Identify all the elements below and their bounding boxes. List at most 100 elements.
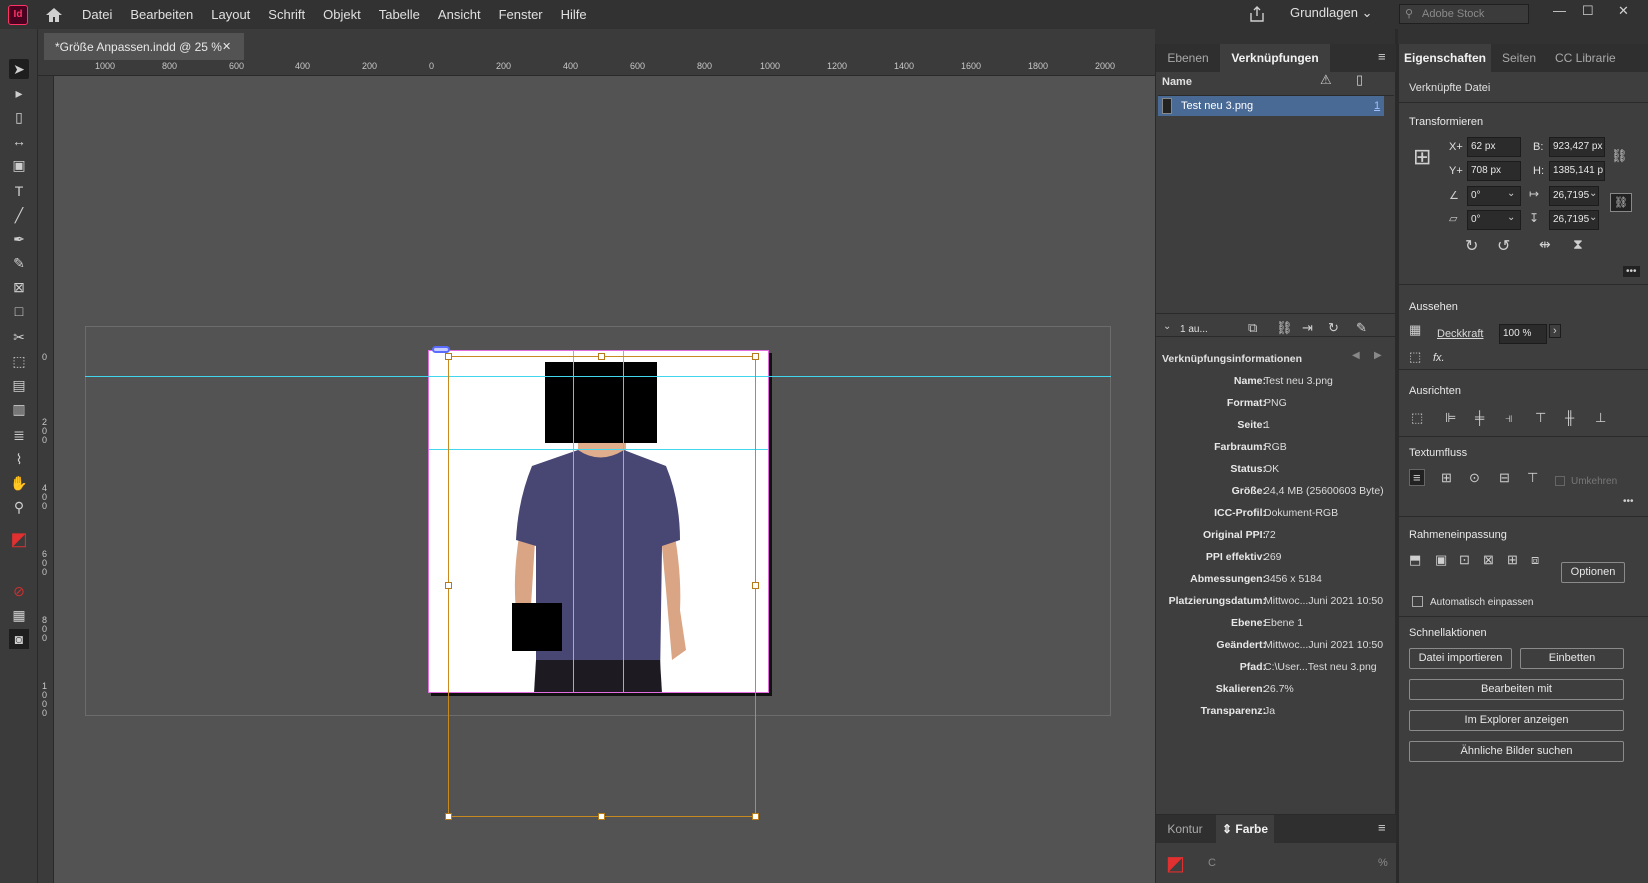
tab-ebenen[interactable]: Ebenen	[1156, 44, 1220, 72]
flip-horizontal-icon[interactable]: ⇹	[1539, 236, 1551, 253]
more-options-icon[interactable]: •••	[1623, 496, 1634, 507]
resize-handle[interactable]	[445, 582, 452, 589]
opacity-label[interactable]: Deckkraft	[1437, 328, 1483, 340]
fx-button[interactable]: fx.	[1433, 352, 1445, 364]
rotate-cw-icon[interactable]: ↻	[1465, 236, 1478, 256]
eyedropper-tool-icon[interactable]: ⌇	[9, 449, 29, 469]
note-tool-icon[interactable]: ≣	[9, 425, 29, 445]
goto-link-icon[interactable]: ⇥	[1302, 320, 1313, 336]
link-page[interactable]: 1	[1374, 100, 1380, 112]
relink-cc-icon[interactable]: ⧉	[1248, 320, 1257, 336]
menu-objekt[interactable]: Objekt	[323, 7, 361, 22]
tab-farbe[interactable]: ⇕ Farbe	[1216, 815, 1274, 843]
fit-frame-icon[interactable]: ⊡	[1459, 552, 1470, 568]
resize-handle[interactable]	[752, 353, 759, 360]
update-link-icon[interactable]: ↻	[1328, 320, 1339, 336]
panel-menu-icon[interactable]: ≡	[1378, 49, 1386, 64]
page-tool-icon[interactable]: ▯	[9, 107, 29, 127]
line-tool-icon[interactable]: ╱	[9, 205, 29, 225]
screen-mode-icon[interactable]: ▦	[9, 605, 29, 625]
wrap-shape-icon[interactable]: ⊙	[1469, 470, 1480, 486]
chevron-down-icon[interactable]: ⌄	[1589, 188, 1597, 199]
rectangle-frame-tool-icon[interactable]: ⊠	[9, 277, 29, 297]
warning-icon[interactable]: ⚠	[1320, 72, 1332, 88]
align-center-h-icon[interactable]: ╪	[1475, 410, 1484, 425]
home-icon[interactable]	[44, 6, 64, 24]
link-badge-icon[interactable]	[432, 346, 450, 353]
fill-frame-icon[interactable]: ⬒	[1409, 552, 1421, 568]
resize-handle[interactable]	[598, 353, 605, 360]
y-position-input[interactable]: 708 px	[1467, 161, 1521, 181]
selection-frame[interactable]	[448, 356, 756, 817]
close-tab-icon[interactable]: ✕	[222, 40, 231, 53]
hand-tool-icon[interactable]: ✋	[9, 473, 29, 493]
align-bottom-icon[interactable]: ⊥	[1595, 410, 1606, 426]
resize-handle[interactable]	[598, 813, 605, 820]
next-link-icon[interactable]: ▶	[1374, 350, 1382, 361]
menu-schrift[interactable]: Schrift	[268, 7, 305, 22]
menu-ansicht[interactable]: Ansicht	[438, 7, 481, 22]
chevron-down-icon[interactable]: ⌄	[1163, 321, 1171, 332]
center-content-icon[interactable]: ⊞	[1507, 552, 1518, 568]
menu-fenster[interactable]: Fenster	[499, 7, 543, 22]
content-aware-fit-icon[interactable]: ⧈	[1531, 552, 1539, 568]
fit-content-icon[interactable]: ▣	[1435, 552, 1447, 568]
column-name-header[interactable]: Name	[1162, 76, 1192, 88]
find-similar-images-button[interactable]: Ähnliche Bilder suchen	[1409, 741, 1624, 762]
width-input[interactable]: 923,427 px	[1549, 137, 1605, 157]
apply-none-icon[interactable]: ⊘	[9, 581, 29, 601]
x-position-input[interactable]: 62 px	[1467, 137, 1521, 157]
chevron-down-icon[interactable]: ⌄	[1507, 212, 1515, 223]
tab-eigenschaften[interactable]: Eigenschaften	[1399, 44, 1491, 72]
opacity-input[interactable]: 100 %	[1499, 324, 1547, 344]
prev-link-icon[interactable]: ◀	[1352, 350, 1360, 361]
gradient-feather-tool-icon[interactable]: ▥	[9, 399, 29, 419]
chevron-down-icon[interactable]: ⌄	[1507, 188, 1515, 199]
menu-bearbeiten[interactable]: Bearbeiten	[130, 7, 193, 22]
resize-handle[interactable]	[445, 353, 452, 360]
edit-original-icon[interactable]: ✎	[1356, 320, 1367, 336]
align-right-icon[interactable]: ⫣	[1505, 410, 1513, 426]
resize-handle[interactable]	[752, 813, 759, 820]
relink-icon[interactable]: ⛓	[1276, 320, 1293, 336]
scissors-tool-icon[interactable]: ✂	[9, 327, 29, 347]
share-icon[interactable]	[1248, 5, 1266, 23]
vertical-ruler[interactable]: 0 200 400 600 800 1000	[38, 76, 54, 883]
wrap-none-icon[interactable]: ≡	[1409, 469, 1425, 486]
preview-mode-icon[interactable]: ◙	[9, 629, 29, 649]
menu-datei[interactable]: Datei	[82, 7, 112, 22]
resize-handle[interactable]	[752, 582, 759, 589]
wrap-bbox-icon[interactable]: ⊞	[1441, 470, 1452, 486]
minimize-icon[interactable]: —	[1553, 3, 1566, 18]
wrap-next-column-icon[interactable]: ⊤	[1527, 470, 1538, 486]
constrain-proportions-icon[interactable]: ⛓	[1611, 148, 1628, 164]
resize-handle[interactable]	[445, 813, 452, 820]
auto-fit-checkbox[interactable]	[1412, 596, 1423, 607]
fit-proportionally-icon[interactable]: ⊠	[1483, 552, 1494, 568]
document-tab[interactable]: *Größe Anpassen.indd @ 25 % ✕	[44, 33, 244, 60]
menu-tabelle[interactable]: Tabelle	[379, 7, 420, 22]
free-transform-tool-icon[interactable]: ⬚	[9, 351, 29, 371]
flip-vertical-icon[interactable]: ⧗	[1573, 236, 1583, 253]
close-window-icon[interactable]: ✕	[1618, 3, 1629, 19]
link-scale-icon[interactable]: ⛓	[1610, 193, 1632, 212]
type-tool-icon[interactable]: T	[9, 181, 29, 201]
more-options-icon[interactable]: •••	[1623, 266, 1640, 277]
align-center-v-icon[interactable]: ╫	[1565, 410, 1574, 425]
height-input[interactable]: 1385,141 p	[1549, 161, 1605, 181]
pen-tool-icon[interactable]: ✒	[9, 229, 29, 249]
align-to-icon[interactable]: ⬚	[1411, 410, 1423, 426]
wrap-jump-icon[interactable]: ⊟	[1499, 470, 1510, 486]
stock-search-input[interactable]: ⚲ Adobe Stock	[1399, 4, 1529, 24]
gap-tool-icon[interactable]: ↔	[9, 131, 29, 151]
maximize-icon[interactable]: ☐	[1582, 3, 1594, 19]
gradient-tool-icon[interactable]: ▤	[9, 375, 29, 395]
fill-stroke-icon[interactable]: ◩	[9, 529, 29, 549]
show-in-explorer-button[interactable]: Im Explorer anzeigen	[1409, 710, 1624, 731]
tab-cc-libraries[interactable]: CC Librarie	[1549, 44, 1648, 72]
content-collector-icon[interactable]: ▣	[9, 155, 29, 175]
pencil-tool-icon[interactable]: ✎	[9, 253, 29, 273]
align-top-icon[interactable]: ⊤	[1535, 410, 1546, 426]
page-column-icon[interactable]: ▯	[1356, 72, 1363, 88]
rotate-ccw-icon[interactable]: ↺	[1497, 236, 1510, 256]
